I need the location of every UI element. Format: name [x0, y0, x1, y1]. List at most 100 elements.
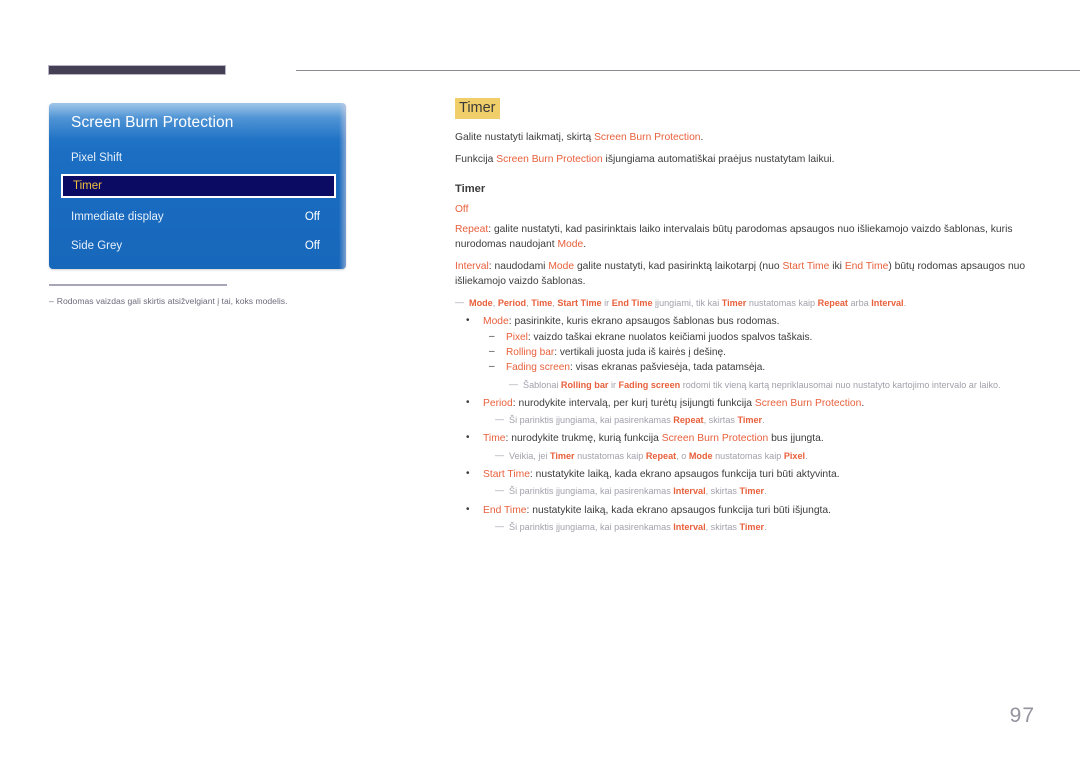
- panel-edge-highlight: [339, 103, 346, 269]
- osd-panel-title: Screen Burn Protection: [71, 114, 234, 131]
- bullet-icon: •: [466, 432, 470, 444]
- inline-note: ― Šablonai Rolling bar ir Fading screen r…: [509, 379, 1030, 392]
- text-run: .: [700, 132, 704, 143]
- text-run: nustatomas kaip: [574, 450, 646, 461]
- footnote-dash-icon: –: [49, 296, 54, 306]
- bullet-icon: •: [466, 396, 470, 408]
- list-item: • End Time: nustatykite laiką, kada ekran…: [455, 503, 1030, 535]
- text-run: , o: [676, 450, 689, 461]
- chapter-tab-bar: [48, 65, 226, 75]
- osd-item-pixel-shift[interactable]: Pixel Shift: [71, 147, 324, 169]
- text-run: bus įjungta.: [768, 433, 824, 445]
- note-dependency: ― Mode, Period, Time, Start Time ir End T…: [455, 297, 1030, 310]
- text-run: Interval: [871, 297, 904, 308]
- text-run: .: [805, 450, 808, 461]
- text-run: išjungiama automatiškai praėjus nustatyt…: [602, 153, 835, 165]
- text-run: .: [903, 297, 907, 308]
- text-run: Timer: [721, 297, 747, 308]
- osd-item-label: Pixel Shift: [71, 152, 123, 164]
- bullet-icon: •: [466, 314, 470, 326]
- text-run: Period: [483, 397, 513, 409]
- text-run: Interval: [455, 260, 489, 272]
- footnote-divider: [49, 284, 227, 286]
- text-run: End Time: [611, 297, 653, 308]
- text-run: Timer: [737, 415, 763, 426]
- text-run: Pixel: [783, 450, 806, 461]
- text-run: Ši parinktis įjungiama, kai pasirenkamas: [509, 415, 674, 426]
- sub-list: – Pixel: vaizdo taškai ekrane nuolatos ke…: [483, 330, 1030, 375]
- text-run: : vaizdo taškai ekrane nuolatos keičiami…: [527, 332, 813, 344]
- osd-item-side-grey[interactable]: Side Grey Off: [71, 235, 324, 257]
- text-run: : pasirinkite, kuris ekrano apsaugos šab…: [508, 315, 780, 327]
- text-run: Screen Burn Protection: [661, 433, 769, 445]
- sub-list-item: – Rolling bar: vertikali juosta juda iš k…: [483, 345, 1030, 360]
- text-run: Interval: [673, 486, 706, 497]
- text-run: Timer: [739, 486, 765, 497]
- text-run: , skirtas: [705, 522, 740, 532]
- note-dash-icon: ―: [495, 521, 504, 531]
- note-dash-icon: ―: [455, 296, 464, 307]
- osd-item-immediate-display[interactable]: Immediate display Off: [71, 206, 324, 228]
- sub-list-item: – Pixel: vaizdo taškai ekrane nuolatos ke…: [483, 330, 1030, 345]
- text-run: End Time: [844, 260, 889, 272]
- text-run: Pixel: [506, 332, 528, 344]
- text-run: Veikia, jei: [509, 450, 550, 461]
- page-number: 97: [1009, 704, 1035, 727]
- text-run: : nurodykite intervalą, per kurį turėtų …: [512, 397, 755, 409]
- text-run: : vertikali juosta juda iš kairės į deši…: [554, 347, 726, 359]
- osd-item-timer-selected[interactable]: Timer: [61, 174, 336, 198]
- text-run: Repeat: [817, 297, 848, 308]
- text-run: .: [583, 238, 587, 250]
- paragraph: Galite nustatyti laikmatį, skirtą Screen…: [455, 131, 1030, 146]
- paragraph: Interval: naudodami Mode galite nustatyt…: [455, 260, 1030, 290]
- text-run: : nustatykite laiką, kada ekrano apsaugo…: [529, 468, 840, 480]
- text-run: Start Time: [782, 260, 830, 272]
- osd-item-value: Off: [304, 211, 320, 223]
- dash-icon: –: [489, 346, 495, 358]
- note-dash-icon: ―: [495, 449, 504, 460]
- text-run: : galite nustatyti, kad pasirinktais lai…: [455, 223, 1013, 250]
- text-run: End Time: [483, 504, 527, 516]
- text-run: Screen Burn Protection: [496, 153, 603, 165]
- text-run: Timer: [549, 450, 575, 461]
- text-run: Start Time: [483, 468, 530, 480]
- section-heading-timer: Timer: [455, 98, 500, 119]
- text-run: .: [861, 397, 865, 409]
- bullet-icon: •: [466, 467, 470, 479]
- text-run: Screen Burn Protection: [754, 397, 862, 409]
- list-item: • Time: nurodykite trukmę, kurią funkcija…: [455, 431, 1030, 463]
- inline-note: ― Mode, Period, Time, Start Time ir End T…: [455, 297, 1030, 310]
- dash-icon: –: [489, 331, 495, 343]
- text-run: : nustatykite laiką, kada ekrano apsaugo…: [526, 504, 832, 516]
- text-run: Ši parinktis įjungiama, kai pasirenkamas: [509, 486, 674, 497]
- osd-item-label: Immediate display: [71, 211, 164, 223]
- list-item: • Start Time: nustatykite laiką, kada ekr…: [455, 467, 1030, 499]
- text-run: , skirtas: [703, 415, 738, 426]
- text-run: arba: [847, 297, 872, 308]
- note-dash-icon: ―: [495, 485, 504, 496]
- option-descriptions: Repeat: galite nustatyti, kad pasirinkta…: [455, 223, 1030, 290]
- list-item: • Period: nurodykite intervalą, per kurį …: [455, 396, 1030, 428]
- osd-item-label: Timer: [73, 180, 102, 192]
- header-divider-line: [296, 70, 1080, 71]
- note-dash-icon: ―: [495, 414, 504, 425]
- text-run: Fading screen: [506, 362, 570, 374]
- inline-note: ― Ši parinktis įjungiama, kai pasirenkama…: [495, 521, 1030, 534]
- text-run: ir: [601, 297, 612, 308]
- osd-item-value: Off: [304, 240, 320, 252]
- list-item: • Mode: pasirinkite, kuris ekrano apsaugo…: [455, 314, 1030, 392]
- text-run: Start Time: [557, 297, 602, 308]
- paragraph: Funkcija Screen Burn Protection išjungia…: [455, 153, 1030, 168]
- text-run: Mode: [469, 297, 493, 308]
- text-run: , skirtas: [705, 486, 740, 497]
- osd-item-label: Side Grey: [71, 240, 123, 252]
- inline-note: ― Ši parinktis įjungiama, kai pasirenkama…: [495, 485, 1030, 498]
- text-run: Fading screen: [618, 379, 681, 390]
- text-run: Time: [483, 433, 506, 445]
- inline-note: ― Ši parinktis įjungiama, kai pasirenkama…: [495, 414, 1030, 427]
- sub-list-item: – Fading screen: visas ekranas pašviesėja…: [483, 360, 1030, 375]
- text-run: Rolling bar: [506, 347, 555, 359]
- text-run: Time: [531, 297, 553, 308]
- dash-icon: –: [489, 361, 495, 373]
- text-run: Mode: [688, 450, 713, 461]
